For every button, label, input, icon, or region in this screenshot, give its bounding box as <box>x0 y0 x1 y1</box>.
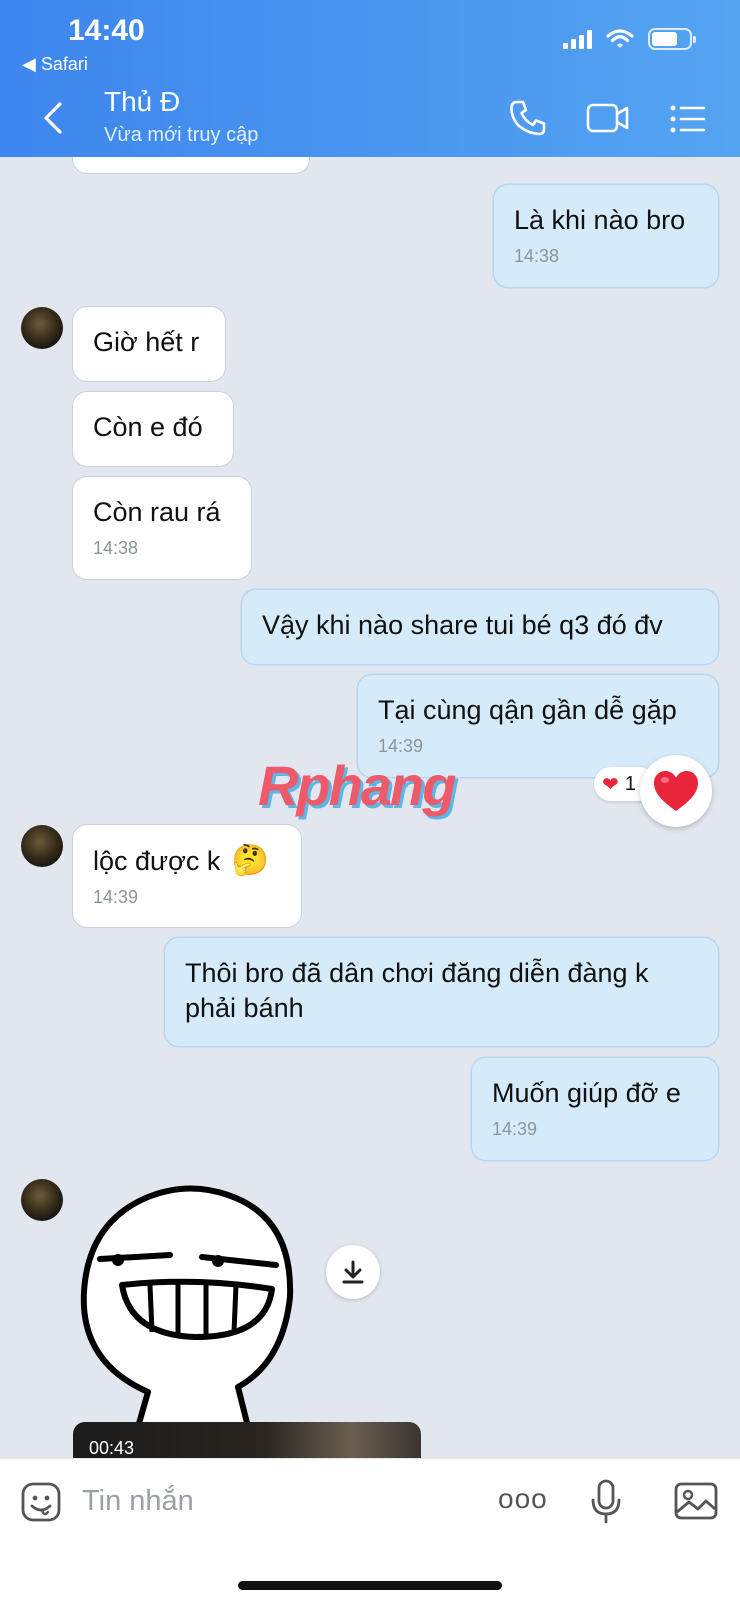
heart-icon <box>654 771 698 811</box>
more-options-icon[interactable]: ooo <box>498 1483 548 1515</box>
message-text: Giờ hết r <box>93 327 200 357</box>
message-time: 14:38 <box>514 246 560 266</box>
home-indicator[interactable] <box>238 1581 502 1590</box>
cellular-signal-icon <box>563 29 592 49</box>
chat-header: 14:40 ◀ Safari Thủ Đ Vừa mới truy cập <box>0 0 740 157</box>
grinning-face-sticker[interactable] <box>78 1177 308 1427</box>
contact-avatar[interactable] <box>21 1179 63 1221</box>
thinking-face-emoji: 🤔 <box>231 844 270 877</box>
video-duration: 00:43 <box>89 1438 135 1458</box>
message-bubble-incoming[interactable]: Còn rau rá 14:38 <box>73 477 251 579</box>
reaction-heart-icon: ❤ <box>602 773 619 796</box>
message-time: 14:39 <box>93 887 139 907</box>
message-text: Thôi bro đã dân chơi đăng diễn đàng k ph… <box>185 958 649 1023</box>
contact-name[interactable]: Thủ Đ <box>104 86 180 118</box>
message-list[interactable]: Là khi nào bro 14:38 Giờ hết r Còn e đó … <box>0 157 740 1458</box>
download-icon <box>342 1260 364 1284</box>
download-button[interactable] <box>326 1245 380 1299</box>
watermark-logo: Rphang <box>258 754 456 817</box>
message-text: Còn rau rá <box>93 497 221 527</box>
message-bubble-outgoing[interactable]: Muốn giúp đỡ e 14:39 <box>472 1058 718 1160</box>
image-gallery-icon[interactable] <box>674 1481 718 1521</box>
contact-avatar[interactable] <box>21 307 63 349</box>
message-bubble-outgoing[interactable]: Là khi nào bro 14:38 <box>494 185 718 287</box>
sticker-emoji-icon[interactable] <box>20 1481 62 1523</box>
message-text: Còn e đó <box>93 412 203 442</box>
message-time: 14:39 <box>492 1119 538 1139</box>
contact-status: Vừa mới truy cập <box>104 124 259 146</box>
message-bubble-incoming[interactable]: Giờ hết r <box>73 307 225 381</box>
status-time: 14:40 <box>68 14 145 47</box>
phone-call-icon[interactable] <box>508 98 548 138</box>
message-text: Vậy khi nào share tui bé q3 đó đv <box>262 610 663 640</box>
video-call-icon[interactable] <box>586 102 630 134</box>
message-bubble-outgoing[interactable]: Vậy khi nào share tui bé q3 đó đv <box>242 590 718 664</box>
reaction-count: 1 <box>624 772 636 795</box>
message-bubble-partial[interactable] <box>73 157 309 173</box>
menu-list-icon[interactable] <box>670 104 706 134</box>
message-bubble-incoming[interactable]: lộc được k 🤔 14:39 <box>73 825 301 927</box>
back-arrow-icon[interactable] <box>38 100 68 136</box>
message-text: Muốn giúp đỡ e <box>492 1078 681 1108</box>
battery-icon <box>648 28 696 50</box>
react-heart-button[interactable] <box>640 755 712 827</box>
message-bubble-incoming[interactable]: Còn e đó <box>73 392 233 466</box>
message-text: Là khi nào bro <box>514 205 686 235</box>
message-input-field[interactable]: Tin nhắn <box>82 1485 194 1518</box>
message-time: 14:38 <box>93 538 139 558</box>
status-icons <box>563 28 696 50</box>
contact-avatar[interactable] <box>21 825 63 867</box>
message-bubble-outgoing[interactable]: Thôi bro đã dân chơi đăng diễn đàng k ph… <box>165 938 718 1046</box>
microphone-icon[interactable] <box>590 1479 622 1525</box>
wifi-icon <box>606 29 634 48</box>
message-text: Tại cùng qận gần dễ gặp <box>378 695 677 725</box>
message-text: lộc được k <box>93 846 221 876</box>
message-input-bar: Tin nhắn ooo <box>0 1458 740 1600</box>
back-to-safari-link[interactable]: ◀ Safari <box>22 54 88 75</box>
video-message-thumbnail[interactable]: 00:43 <box>73 1422 421 1458</box>
